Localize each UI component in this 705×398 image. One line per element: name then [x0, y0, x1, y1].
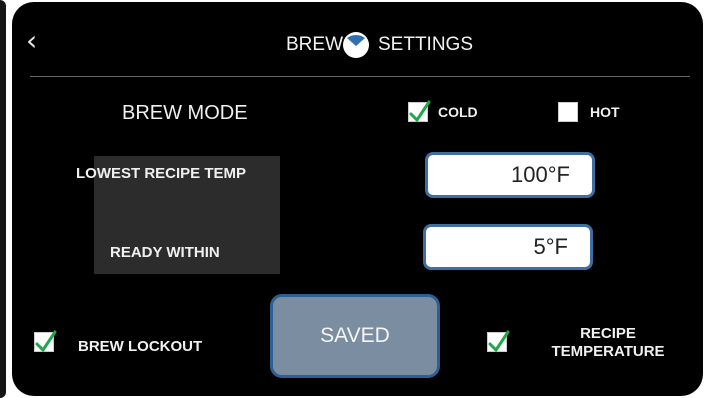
checkmark-icon	[35, 330, 57, 353]
lowest-recipe-temp-field[interactable]: 100°F	[425, 152, 595, 198]
saved-button[interactable]: SAVED	[270, 294, 440, 378]
page-title: BREW SETTINGS	[12, 30, 703, 62]
hot-checkbox[interactable]	[558, 102, 578, 122]
recipe-temperature-label-line2: TEMPERATURE	[551, 343, 665, 360]
header-divider	[30, 76, 690, 77]
settings-panel: ‹ BREW SETTINGS BREW MODE COLD HOT LOWES…	[12, 2, 703, 396]
recipe-temperature-label: RECIPE TEMPERATURE	[528, 325, 688, 361]
checkmark-icon	[488, 330, 510, 353]
cold-checkbox[interactable]	[408, 100, 431, 123]
ready-within-field[interactable]: 5°F	[423, 224, 593, 270]
title-settings: SETTINGS	[378, 34, 474, 55]
brew-lockout-checkbox[interactable]	[34, 330, 57, 353]
lowest-recipe-temp-label: LOWEST RECIPE TEMP	[76, 165, 247, 182]
checkmark-icon	[409, 100, 431, 123]
recipe-temperature-checkbox[interactable]	[487, 330, 510, 353]
brew-logo-icon	[343, 32, 369, 58]
hot-label: HOT	[590, 104, 620, 120]
device-bezel	[0, 0, 6, 398]
ready-within-label: READY WITHIN	[110, 244, 220, 261]
title-brew: BREW	[286, 34, 343, 55]
brew-lockout-label: BREW LOCKOUT	[78, 338, 203, 355]
cold-label: COLD	[438, 104, 478, 120]
recipe-temperature-label-line1: RECIPE	[580, 325, 636, 342]
brew-mode-label: BREW MODE	[122, 102, 248, 124]
